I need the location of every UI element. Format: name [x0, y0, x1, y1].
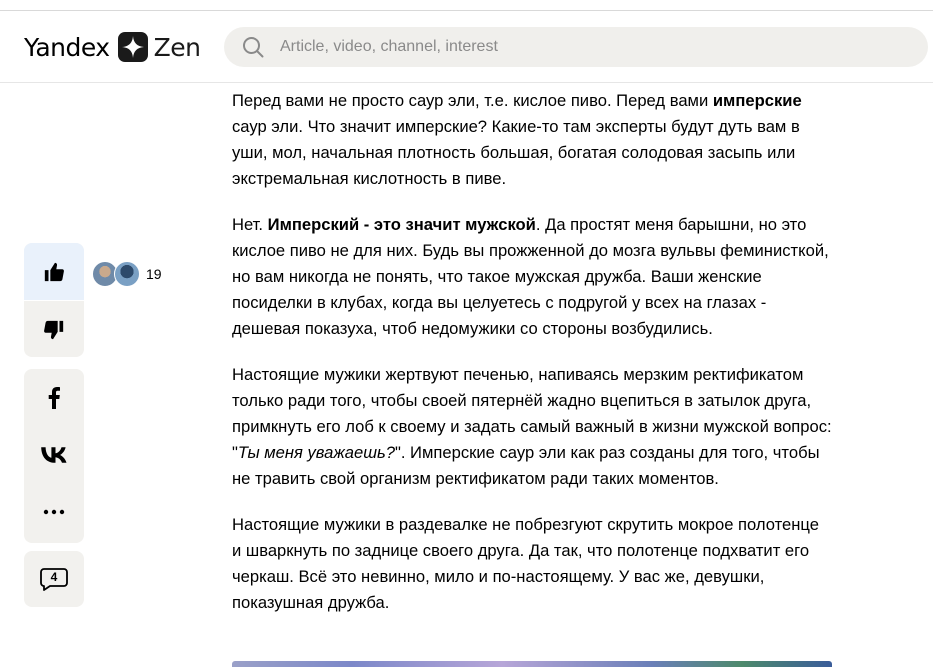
comments-button[interactable]: 4 [24, 551, 84, 607]
facebook-share-button[interactable] [24, 369, 84, 426]
share-panel [24, 369, 84, 543]
likers-summary[interactable]: 19 [92, 261, 162, 287]
yandex-zen-logo[interactable]: Yandex Zen [24, 32, 201, 62]
article-image [232, 661, 832, 667]
comments-panel: 4 [24, 551, 84, 607]
zen-star-icon [117, 32, 148, 62]
search-input[interactable] [278, 37, 882, 57]
article-paragraph: Настоящие мужики в раздевалке не побрезг… [232, 515, 819, 612]
top-header: Yandex Zen [0, 10, 933, 83]
vk-icon [41, 446, 67, 463]
article-paragraph: Настоящие мужики жертвуют печенью, напив… [232, 365, 832, 488]
dislike-button[interactable] [24, 301, 84, 358]
more-dots-icon [43, 509, 65, 514]
article-paragraph: Перед вами не просто саур эли, т.е. кисл… [232, 91, 802, 188]
logo-product-text: Zen [153, 32, 201, 62]
reaction-panel [24, 243, 84, 357]
more-options-button[interactable] [24, 483, 84, 540]
facebook-icon [48, 386, 60, 409]
comment-count: 4 [50, 570, 58, 584]
logo-brand-text: Yandex [24, 32, 110, 62]
article-body: Перед вами не просто саур эли, т.е. кисл… [232, 88, 832, 636]
avatar [114, 261, 140, 287]
like-count: 19 [146, 266, 162, 282]
like-button[interactable] [24, 243, 84, 300]
search-bar[interactable] [224, 27, 928, 67]
thumbs-down-icon [44, 320, 64, 339]
thumbs-up-icon [44, 262, 64, 281]
vk-share-button[interactable] [24, 426, 84, 483]
search-icon [243, 37, 264, 58]
article-paragraph: Нет. Имперский - это значит мужской. Да … [232, 215, 829, 338]
